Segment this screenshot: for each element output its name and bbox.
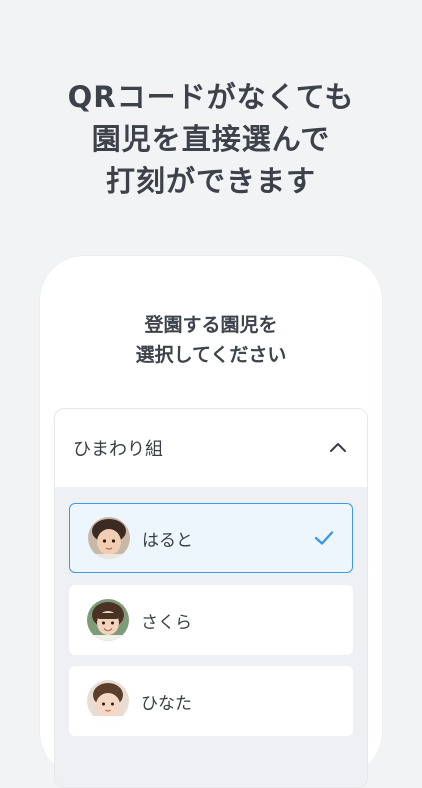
class-group-header[interactable]: ひまわり組 [55,409,367,487]
prompt-line-1: 登園する園児を [144,314,278,336]
child-row-sakura[interactable]: さくら [69,585,353,655]
child-row-haruto[interactable]: はると [69,503,353,573]
check-icon [314,531,334,545]
headline-line-3: 打刻ができます [105,164,316,198]
avatar [87,599,129,641]
child-name: さくら [141,612,192,633]
chevron-up-icon[interactable] [329,439,347,457]
avatar [87,680,129,722]
child-name: ひなた [141,693,192,714]
avatar [88,517,130,559]
selection-prompt: 登園する園児を 選択してください [40,310,382,370]
headline-line-2: 園児を直接選んで [91,122,331,156]
prompt-line-2: 選択してください [135,344,287,366]
child-name: はると [142,530,193,551]
headline: QRコードがなくても 園児を直接選んで 打刻ができます [0,76,422,202]
child-row-hinata[interactable]: ひなた [69,666,353,736]
class-group: ひまわり組 はると さくら ひなた [54,408,368,788]
class-group-name: ひまわり組 [73,439,163,460]
phone-screen: 登園する園児を 選択してください ひまわり組 はると さくら ひなた [40,256,382,788]
headline-line-1: QRコードがなくても [67,80,355,114]
